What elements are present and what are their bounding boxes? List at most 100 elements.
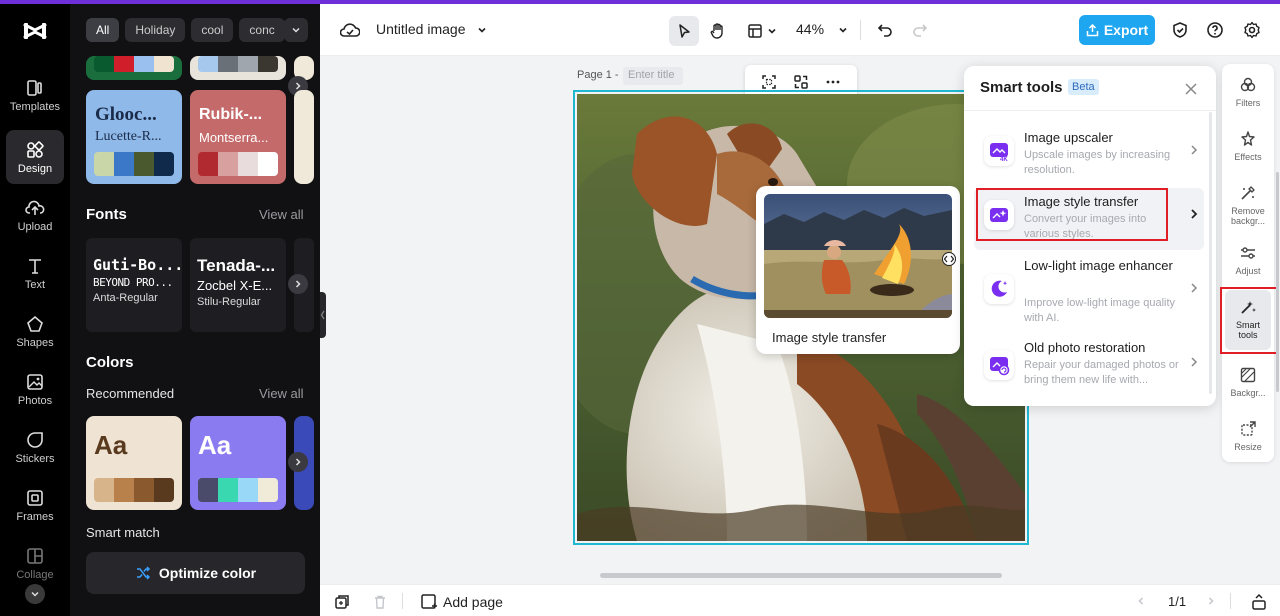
- chevron-down-icon[interactable]: [838, 25, 848, 35]
- cursor-icon: [679, 24, 690, 38]
- chevron-right-icon: [295, 280, 301, 288]
- rail-item-stickers[interactable]: Stickers: [6, 420, 64, 474]
- optimize-color-button[interactable]: Optimize color: [86, 552, 305, 594]
- delete-page-icon[interactable]: [372, 594, 388, 610]
- filter-chips: All Holiday cool conc: [86, 18, 286, 42]
- help-button[interactable]: [1203, 18, 1227, 42]
- style-card-rubik[interactable]: Rubik-... Montserra...: [190, 90, 286, 184]
- font-card-subheading: Zocbel X-E...: [197, 278, 273, 293]
- color-card-violet[interactable]: Aa: [190, 416, 286, 510]
- rail-item-templates[interactable]: Templates: [6, 68, 64, 122]
- settings-button[interactable]: [1240, 18, 1264, 42]
- colors-scroll-right-button[interactable]: [288, 452, 308, 472]
- chevron-down-icon[interactable]: [477, 25, 487, 35]
- rail-item-frames[interactable]: Frames: [6, 478, 64, 532]
- select-area-icon[interactable]: [761, 74, 777, 90]
- vertical-scrollbar[interactable]: [1276, 172, 1279, 392]
- layout-icon: [748, 24, 762, 38]
- next-page-icon[interactable]: [1206, 596, 1216, 606]
- rail-item-photos[interactable]: Photos: [6, 362, 64, 416]
- chip-all[interactable]: All: [86, 18, 120, 42]
- rail-item-collage[interactable]: Collage: [6, 536, 64, 590]
- chip-conc[interactable]: conc: [239, 18, 286, 42]
- zoom-level[interactable]: 44%: [796, 21, 824, 37]
- right-rail-adjust[interactable]: Adjust: [1225, 236, 1271, 292]
- cloud-save-icon[interactable]: [340, 21, 360, 39]
- rail-more-button[interactable]: [25, 584, 45, 604]
- tool-description: Repair your damaged photos or bring them…: [1024, 359, 1179, 386]
- fonts-scroll-right-button[interactable]: [288, 274, 308, 294]
- style-transfer-preview-card: Image style transfer: [756, 186, 960, 354]
- style-card-glooc[interactable]: Glooc... Lucette-R...: [86, 90, 182, 184]
- fonts-view-all-link[interactable]: View all: [259, 207, 304, 222]
- rail-item-design[interactable]: Design: [6, 130, 64, 184]
- document-title[interactable]: Untitled image: [376, 21, 466, 37]
- chip-cool[interactable]: cool: [191, 18, 234, 42]
- rail-item-text[interactable]: Text: [6, 246, 64, 300]
- chevron-left-icon: [320, 310, 325, 320]
- rail-item-label: Frames: [16, 510, 54, 523]
- hand-tool-button[interactable]: [703, 16, 733, 46]
- highlight-box-style-transfer: [976, 188, 1168, 241]
- style-card-partial[interactable]: [86, 56, 182, 80]
- duplicate-page-icon[interactable]: [334, 594, 350, 610]
- chevron-right-icon: [295, 458, 301, 466]
- undo-button[interactable]: [872, 16, 898, 44]
- right-rail-filters[interactable]: Filters: [1225, 68, 1271, 124]
- resize-icon: [1241, 421, 1256, 436]
- slider-arrows-icon: [944, 255, 954, 263]
- right-rail-label: Filters: [1235, 98, 1261, 108]
- shield-button[interactable]: [1168, 18, 1192, 42]
- more-options-icon[interactable]: [825, 74, 841, 90]
- tool-image-upscaler[interactable]: 4K Image upscaler Upscale images by incr…: [974, 124, 1204, 186]
- chevron-right-icon: [1191, 145, 1198, 155]
- redo-button[interactable]: [907, 16, 933, 44]
- select-tool-button[interactable]: [669, 16, 699, 46]
- style-card-subtitle: Montserra...: [199, 130, 269, 145]
- right-rail-label: Adjust: [1235, 266, 1261, 276]
- group-icon[interactable]: [793, 74, 809, 90]
- chevron-right-icon: [1191, 209, 1198, 219]
- font-card-tenada[interactable]: Tenada-... Zocbel X-E... Stilu-Regular: [190, 238, 286, 332]
- pages-panel-icon[interactable]: [1250, 593, 1268, 611]
- undo-icon: [877, 24, 892, 37]
- right-rail-label: Remove backgr...: [1230, 206, 1266, 226]
- smart-tools-scrollbar[interactable]: [1209, 112, 1212, 394]
- rail-item-upload[interactable]: Upload: [6, 188, 64, 242]
- export-button[interactable]: Export: [1079, 15, 1155, 45]
- horizontal-scrollbar[interactable]: [600, 573, 1002, 578]
- add-page-label: Add page: [443, 594, 503, 610]
- right-rail-effects[interactable]: Effects: [1225, 122, 1271, 178]
- rail-item-label: Design: [17, 162, 53, 175]
- previous-page-icon[interactable]: [1136, 596, 1146, 606]
- shapes-icon: [27, 315, 43, 332]
- collage-icon: [27, 547, 43, 564]
- chip-holiday[interactable]: Holiday: [125, 18, 186, 42]
- compare-slider-handle[interactable]: [942, 252, 956, 266]
- rail-item-label: Templates: [9, 100, 61, 113]
- rail-item-shapes[interactable]: Shapes: [6, 304, 64, 358]
- font-card-body: Anta-Regular: [93, 292, 158, 304]
- add-page-button[interactable]: Add page: [420, 593, 503, 611]
- right-rail-resize[interactable]: Resize: [1225, 412, 1271, 468]
- tool-description: Improve low-light image quality with AI.: [1024, 297, 1176, 324]
- tool-low-light-enhancer[interactable]: Low-light image enhancer Improve low-lig…: [974, 254, 1204, 326]
- style-card-partial[interactable]: [294, 90, 314, 184]
- style-card-partial[interactable]: [190, 56, 286, 80]
- font-card-guti[interactable]: Guti-Bo... BEYOND PRO... Anta-Regular: [86, 238, 182, 332]
- close-icon[interactable]: [1182, 80, 1200, 98]
- rail-item-label: Text: [24, 278, 46, 291]
- tool-old-photo-restoration[interactable]: Old photo restoration Repair your damage…: [974, 334, 1204, 396]
- redo-icon: [913, 24, 928, 37]
- bottom-divider: [402, 593, 403, 609]
- colors-view-all-link[interactable]: View all: [259, 386, 304, 401]
- page-title-input[interactable]: Enter title: [623, 67, 683, 85]
- layout-menu-button[interactable]: [742, 16, 782, 46]
- right-rail-remove-background[interactable]: Remove backgr...: [1225, 176, 1271, 232]
- shield-icon: [1173, 22, 1187, 38]
- color-card-warm[interactable]: Aa: [86, 416, 182, 510]
- panel-collapse-handle[interactable]: [320, 292, 326, 338]
- chips-dropdown-button[interactable]: [284, 18, 308, 42]
- right-rail-background[interactable]: Backgr...: [1225, 358, 1271, 414]
- color-card-sample: Aa: [94, 430, 128, 460]
